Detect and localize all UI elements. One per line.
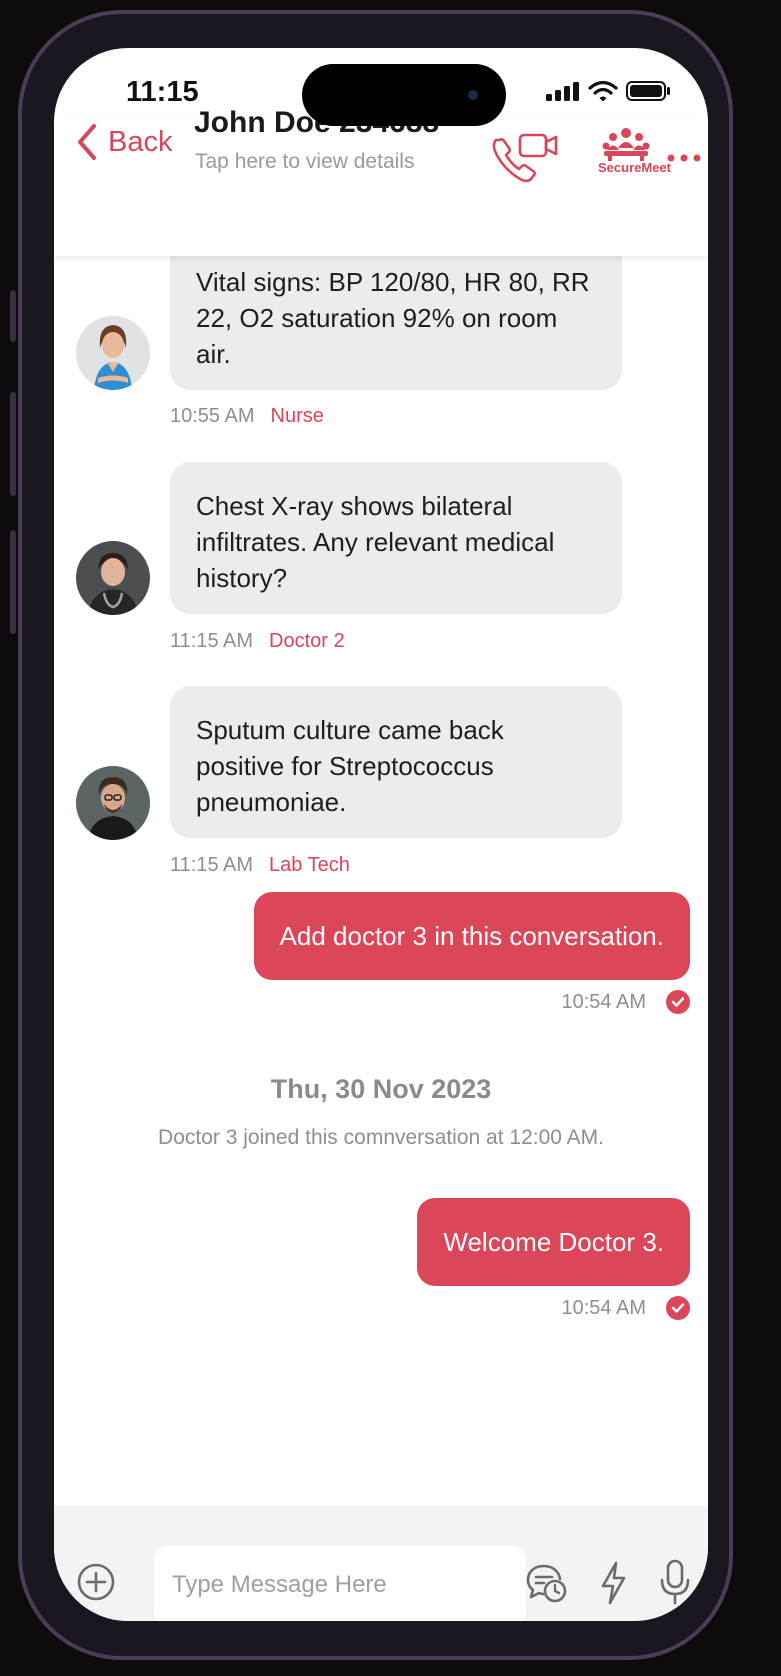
message-time: 10:54 AM [561,990,646,1013]
outgoing-message-bubble[interactable]: Add doctor 3 in this conversation. [253,892,690,980]
screen: 11:15 Back John Doe 234688 Tap here to v… [54,48,708,1621]
outgoing-message-meta: 10:54 AM [561,1296,690,1320]
volume-down-button [10,530,16,634]
message-meta: 10:55 AM Nurse [170,405,324,428]
mute-switch [10,290,16,342]
status-time: 11:15 [126,76,199,108]
microphone-icon [660,1559,690,1605]
lightning-bolt-icon [601,1561,626,1605]
doctor-avatar-icon [76,541,150,615]
message-sender: Doctor 2 [269,630,345,652]
status-icons [546,80,672,102]
securemeet-label: SecureMeet [598,160,671,175]
read-check-icon [666,1296,690,1320]
battery-icon [626,81,670,101]
avatar-nurse[interactable] [76,316,150,390]
message-meta: 11:15 AM Lab Tech [170,854,350,877]
message-composer [54,1506,708,1621]
back-label: Back [108,125,173,158]
contact-details-hint[interactable]: Tap here to view details [195,150,414,174]
dynamic-island [302,64,506,126]
message-sender: Nurse [270,405,324,427]
avatar-lab-tech[interactable] [76,766,150,840]
schedule-message-button[interactable] [524,1560,570,1611]
more-dots-icon [667,154,701,162]
avatar-doctor-2[interactable] [76,541,150,615]
date-separator: Thu, 30 Nov 2023 [270,1074,492,1104]
volume-up-button [10,392,16,496]
audio-video-call-button[interactable] [490,130,564,191]
outgoing-message-meta: 10:54 AM [561,990,690,1014]
nurse-avatar-icon [76,316,150,390]
message-time: 10:55 AM [170,405,255,427]
chevron-left-icon [78,124,96,160]
message-bubble[interactable]: Vital signs: BP 120/80, HR 80, RR 22, O2… [170,238,622,390]
message-time: 11:15 AM [170,630,254,652]
more-options-button[interactable] [666,150,702,168]
phone-video-icon [492,133,558,183]
wifi-icon [588,80,618,102]
lab-tech-avatar-icon [76,766,150,840]
back-button[interactable]: Back [76,123,172,161]
quick-reply-button[interactable] [598,1560,628,1611]
message-meta: 11:15 AM Doctor 2 [170,630,345,653]
securemeet-button[interactable] [586,126,666,184]
voice-message-button[interactable] [658,1558,692,1611]
read-check-icon [666,990,690,1014]
cellular-signal-icon [546,82,579,101]
plus-circle-icon [77,1563,115,1601]
securemeet-group-icon [602,128,650,161]
front-camera [468,90,478,100]
message-bubble[interactable]: Sputum culture came back positive for St… [170,686,622,838]
message-bubble[interactable]: Chest X-ray shows bilateral infiltrates.… [170,462,622,614]
scheduled-chat-icon [526,1564,567,1603]
add-attachment-button[interactable] [76,1562,116,1607]
system-message: Doctor 3 joined this comnversation at 12… [158,1126,604,1149]
message-sender: Lab Tech [269,854,350,876]
message-input[interactable] [154,1546,526,1621]
message-time: 11:15 AM [170,854,254,876]
outgoing-message-bubble[interactable]: Welcome Doctor 3. [417,1198,690,1286]
message-time: 10:54 AM [561,1296,646,1319]
